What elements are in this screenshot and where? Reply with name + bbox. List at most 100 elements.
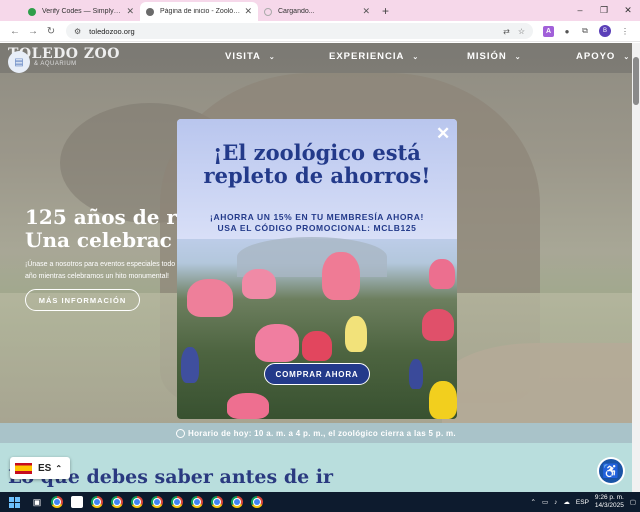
new-tab-button[interactable]: + (382, 4, 389, 18)
tulip-pink (322, 252, 360, 300)
modal-offer-line: ¡AHORRA UN 15% EN TU MEMBRESÍA AHORA! (210, 212, 424, 222)
chrome-taskbar-icon[interactable] (87, 492, 107, 512)
extension-a-icon[interactable]: A (543, 25, 554, 37)
modal-promo-code-line: USA EL CÓDIGO PROMOCIONAL: MCLB125 (217, 223, 417, 233)
loading-spinner-icon (264, 7, 272, 16)
nav-experiencia[interactable]: EXPERIENCIA ⌄ (329, 51, 419, 62)
task-view-icon[interactable]: ▣ (27, 492, 47, 512)
input-language[interactable]: ESP (576, 499, 589, 506)
chrome-taskbar-icon[interactable] (147, 492, 167, 512)
speaker-icon[interactable]: ♪ (554, 499, 557, 506)
windows-start-icon[interactable] (9, 496, 20, 508)
clock-icon (176, 428, 186, 438)
network-icon[interactable]: ▭ (542, 498, 548, 506)
nav-label: APOYO (576, 51, 616, 62)
window-controls: – ❐ ✕ (568, 0, 640, 21)
chevron-down-icon: ⌄ (514, 54, 522, 61)
simplycodes-favicon-icon (28, 7, 36, 16)
page-scrollbar[interactable] (632, 43, 640, 492)
tulip-pink (242, 269, 276, 299)
close-icon[interactable]: ✕ (436, 125, 450, 142)
chevron-up-icon[interactable]: ⌃ (531, 498, 536, 506)
spain-flag-icon (15, 462, 32, 474)
tab-verify-codes[interactable]: Verify Codes — SimplyCodes ✕ (22, 2, 140, 21)
notifications-icon[interactable]: ▢ (630, 498, 636, 506)
promo-modal: ¡El zoológico está repleto de ahorros! ¡… (177, 119, 457, 419)
site-info-icon[interactable]: ⚙ (74, 27, 81, 36)
chrome-icon (231, 496, 243, 508)
chrome-taskbar-icon[interactable] (247, 492, 267, 512)
modal-subtitle: ¡AHORRA UN 15% EN TU MEMBRESÍA AHORA! US… (177, 212, 457, 234)
chrome-taskbar-icon[interactable] (227, 492, 247, 512)
extension-icon[interactable]: ● (558, 27, 576, 36)
chevron-up-icon: ⌃ (55, 463, 63, 473)
toledozoo-favicon-icon (146, 7, 154, 16)
menu-kebab-icon[interactable]: ⋮ (616, 27, 634, 36)
hero-heading-line-1: 125 años de re (25, 205, 190, 229)
nav-mision[interactable]: MISIÓN ⌄ (467, 51, 522, 62)
chrome-icon (151, 496, 163, 508)
hyacinth-purple (181, 347, 199, 383)
more-info-button[interactable]: MÁS INFORMACIÓN (25, 289, 140, 311)
tab-loading[interactable]: Cargando... ✕ (258, 2, 376, 21)
close-tab-icon[interactable]: ✕ (362, 6, 370, 17)
tab-title: Verify Codes — SimplyCodes (42, 8, 123, 15)
minimize-button[interactable]: – (568, 0, 592, 21)
modal-title: ¡El zoológico está repleto de ahorros! (203, 140, 431, 188)
chrome-taskbar-icon[interactable] (47, 492, 67, 512)
chrome-icon (51, 496, 63, 508)
chrome-taskbar-icon[interactable] (207, 492, 227, 512)
tab-title: Cargando... (278, 8, 315, 15)
chrome-taskbar-icon[interactable] (167, 492, 187, 512)
clock-time: 9:26 p. m. (594, 494, 624, 501)
windows-taskbar: ▣ ⌃ ▭ ♪ ☁ ESP 9:26 p. m. 14/3/2025 ▢ (0, 492, 640, 512)
app-taskbar-icon[interactable] (67, 492, 87, 512)
accessibility-icon[interactable]: ♿ (599, 459, 623, 483)
language-code: ES (38, 462, 52, 474)
tulip-yellow (429, 381, 457, 419)
nav-label: EXPERIENCIA (329, 51, 405, 62)
browser-toolbar: ← → ↻ ⚙ toledozoo.org ⇄ ☆ A ● ⧉ B ⋮ (0, 21, 640, 42)
address-bar[interactable]: ⚙ toledozoo.org ⇄ ☆ (66, 23, 533, 39)
hero-text: ¡Únase a nosotros para eventos especiale… (25, 261, 183, 280)
tulip-red (302, 331, 332, 361)
forward-icon[interactable]: → (24, 26, 42, 37)
extensions-puzzle-icon[interactable]: ⧉ (576, 26, 594, 36)
nav-apoyo[interactable]: APOYO ⌄ (576, 51, 630, 62)
close-tab-icon[interactable]: ✕ (126, 6, 134, 17)
tab-title: Página de inicio - Zoológico y acuario d… (160, 8, 240, 15)
tab-toledo-zoo[interactable]: Página de inicio - Zoológico y acuario d… (140, 2, 258, 21)
scrollbar-thumb[interactable] (633, 57, 639, 105)
reload-icon[interactable]: ↻ (42, 26, 60, 37)
hours-text: Horario de hoy: 10 a. m. a 4 p. m., el z… (188, 428, 456, 438)
cloud-icon[interactable]: ☁ (563, 498, 570, 506)
close-window-button[interactable]: ✕ (616, 0, 640, 21)
restore-button[interactable]: ❐ (592, 0, 616, 21)
profile-avatar[interactable]: B (599, 25, 611, 37)
nav-visita[interactable]: VISITA ⌄ (225, 51, 276, 62)
chrome-icon (131, 496, 143, 508)
bookmark-star-icon[interactable]: ☆ (518, 27, 525, 36)
system-tray: ⌃ ▭ ♪ ☁ ESP 9:26 p. m. 14/3/2025 ▢ (525, 492, 636, 512)
chrome-icon (111, 496, 123, 508)
site-header: TOLEDO ZOO & AQUARIUM ▤ VISITA ⌄ EXPERIEN… (0, 43, 632, 73)
buy-now-button[interactable]: COMPRAR AHORA (264, 363, 370, 385)
chrome-icon (211, 496, 223, 508)
chrome-taskbar-icon[interactable] (107, 492, 127, 512)
language-selector[interactable]: ES ⌃ (10, 457, 70, 479)
chevron-down-icon: ⌄ (268, 54, 276, 61)
clock-date: 14/3/2025 (594, 502, 624, 509)
back-icon[interactable]: ← (6, 26, 24, 37)
translate-widget-icon[interactable]: ▤ (8, 51, 30, 73)
chrome-icon (171, 496, 183, 508)
chrome-icon (91, 496, 103, 508)
close-tab-icon[interactable]: ✕ (244, 6, 252, 17)
hyacinth-purple (409, 359, 423, 389)
chrome-taskbar-icon[interactable] (127, 492, 147, 512)
tulip-pink (429, 259, 455, 289)
nav-label: MISIÓN (467, 51, 507, 62)
url-text[interactable]: toledozoo.org (89, 27, 495, 36)
translate-icon[interactable]: ⇄ (503, 27, 510, 36)
system-clock[interactable]: 9:26 p. m. 14/3/2025 (595, 494, 624, 510)
chrome-taskbar-icon[interactable] (187, 492, 207, 512)
